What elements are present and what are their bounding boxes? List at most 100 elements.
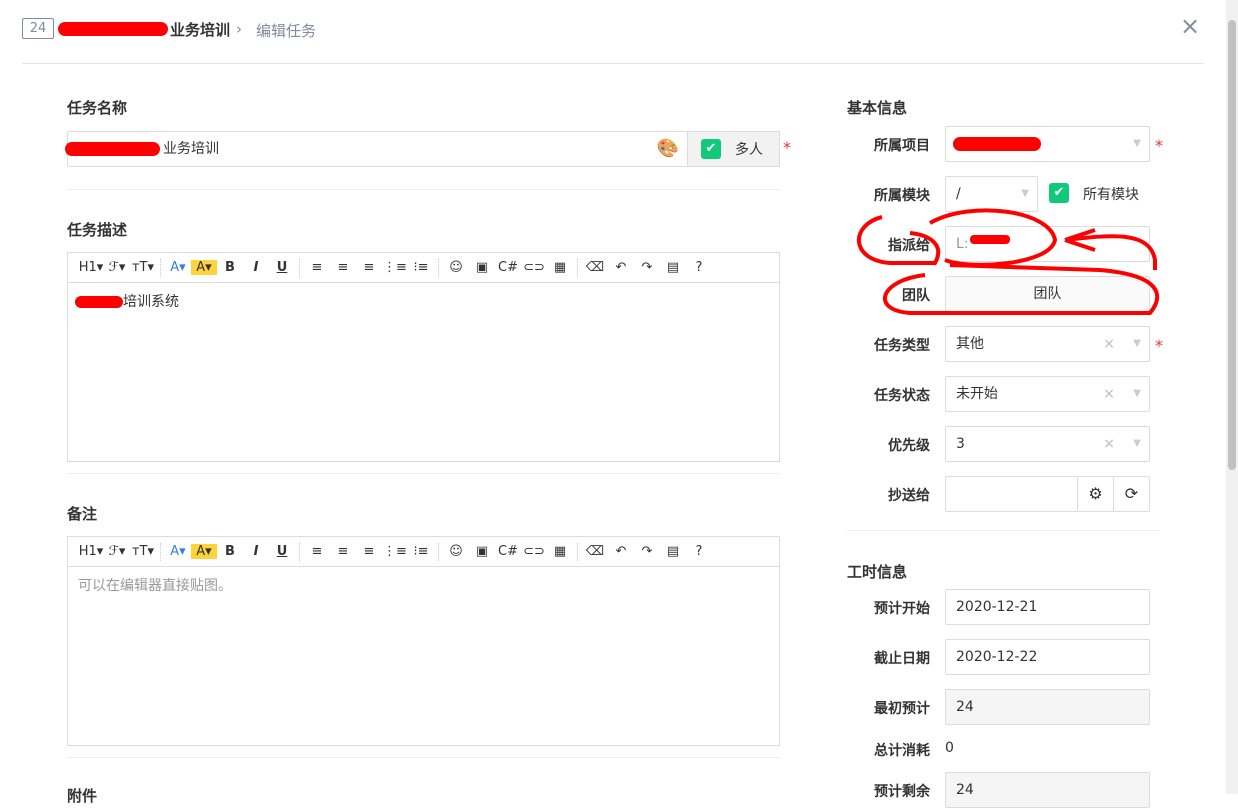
toolbar-button-14[interactable]: ⁝≡: [408, 260, 434, 275]
toolbar-button-0[interactable]: H1▾: [78, 260, 104, 275]
toolbar-button-12[interactable]: ≡: [356, 544, 382, 559]
divider: [847, 530, 1160, 531]
refresh-icon[interactable]: ⟳: [1113, 476, 1150, 512]
priority-value: 3: [956, 436, 965, 452]
toolbar-button-25[interactable]: ▤: [660, 544, 686, 559]
toolbar-button-10[interactable]: ≡: [304, 544, 330, 559]
toolbar-button-4[interactable]: A▾: [165, 260, 191, 275]
toolbar-button-11[interactable]: ≡: [330, 260, 356, 275]
module-label: 所属模块: [874, 188, 930, 204]
divider: [67, 473, 780, 474]
toolbar-button-26[interactable]: ?: [686, 260, 712, 275]
consumed-value: 0: [945, 740, 954, 756]
toolbar-button-5[interactable]: A▾: [191, 544, 217, 559]
multi-person-toggle[interactable]: ✔ 多人: [687, 131, 780, 167]
toolbar-button-14[interactable]: ⁝≡: [408, 544, 434, 559]
left-label: 预计剩余: [874, 784, 930, 800]
notes-placeholder[interactable]: 可以在编辑器直接贴图。: [68, 567, 779, 603]
start-date-input[interactable]: 2020-12-21: [945, 589, 1150, 625]
priority-select[interactable]: 3 × ▼: [945, 426, 1150, 462]
all-modules-label: 所有模块: [1083, 187, 1139, 203]
toolbar-button-4[interactable]: A▾: [165, 544, 191, 559]
caret-down-icon: ▼: [1133, 138, 1141, 149]
toolbar-button-19[interactable]: ⊂⊃: [521, 260, 547, 275]
toolbar-button-5[interactable]: A▾: [191, 260, 217, 275]
toolbar-button-18[interactable]: C#: [495, 544, 521, 559]
palette-icon[interactable]: 🎨: [657, 132, 679, 166]
toolbar-button-23[interactable]: ↶: [608, 544, 634, 559]
toolbar-button-2[interactable]: тT▾: [130, 544, 156, 559]
toolbar-button-23[interactable]: ↶: [608, 260, 634, 275]
toolbar-button-22[interactable]: ⌫: [582, 544, 608, 559]
toolbar-button-0[interactable]: H1▾: [78, 544, 104, 559]
redaction-mark: [953, 137, 1041, 151]
estimate-input: 24: [945, 689, 1150, 725]
clear-icon[interactable]: ×: [1103, 427, 1115, 461]
breadcrumb-current: 编辑任务: [256, 22, 317, 40]
toolbar-button-18[interactable]: C#: [495, 260, 521, 275]
editor-toolbar: H1▾ ℱ▾ тT▾ A▾ A▾ B I U ≡ ≡ ≡ ⋮≡ ⁝≡ ☺ ▣ C# ⊂⊃ ▦ ⌫ ↶ ↷ ▤?: [68, 537, 779, 567]
toolbar-button-22[interactable]: ⌫: [582, 260, 608, 275]
redaction-mark: [65, 142, 160, 156]
check-icon: ✔: [701, 139, 721, 159]
toolbar-button-2[interactable]: тT▾: [130, 260, 156, 275]
desc-content[interactable]: 培训系统: [68, 283, 779, 311]
modal-header: 24 业务培训 › 编辑任务: [22, 0, 1204, 64]
basic-info-title: 基本信息: [847, 99, 908, 117]
toolbar-separator: [438, 258, 439, 277]
toolbar-button-16[interactable]: ☺: [443, 260, 469, 275]
toolbar-button-8[interactable]: U: [269, 260, 295, 275]
toolbar-separator: [577, 258, 578, 277]
task-name-value: 业务培训: [163, 141, 219, 157]
toolbar-button-17[interactable]: ▣: [469, 544, 495, 559]
toolbar-button-7[interactable]: I: [243, 260, 269, 275]
toolbar-button-24[interactable]: ↷: [634, 260, 660, 275]
toolbar-button-13[interactable]: ⋮≡: [382, 544, 408, 559]
toolbar-button-11[interactable]: ≡: [330, 544, 356, 559]
divider: [67, 757, 780, 758]
task-id-badge: 24: [22, 18, 54, 39]
status-value: 未开始: [956, 386, 998, 402]
toolbar-button-24[interactable]: ↷: [634, 544, 660, 559]
cc-input[interactable]: [945, 476, 1078, 512]
task-desc-label: 任务描述: [67, 221, 128, 239]
toolbar-button-19[interactable]: ⊂⊃: [521, 544, 547, 559]
desc-editor[interactable]: H1▾ ℱ▾ тT▾ A▾ A▾ B I U ≡ ≡ ≡ ⋮≡ ⁝≡ ☺ ▣ C# ⊂⊃ ▦ ⌫ ↶ ↷ ▤? 培训系统: [67, 252, 780, 462]
toolbar-button-13[interactable]: ⋮≡: [382, 260, 408, 275]
toolbar-button-12[interactable]: ≡: [356, 260, 382, 275]
type-label: 任务类型: [874, 338, 930, 354]
module-value: /: [956, 186, 961, 202]
toolbar-button-17[interactable]: ▣: [469, 260, 495, 275]
breadcrumb-sep: ›: [236, 20, 242, 38]
task-name-label: 任务名称: [67, 99, 128, 117]
caret-down-icon: ▼: [1133, 388, 1141, 399]
deadline-input[interactable]: 2020-12-22: [945, 639, 1150, 675]
priority-label: 优先级: [888, 438, 930, 454]
toolbar-button-25[interactable]: ▤: [660, 260, 686, 275]
clear-icon[interactable]: ×: [1103, 327, 1115, 361]
toolbar-button-16[interactable]: ☺: [443, 544, 469, 559]
toolbar-button-8[interactable]: U: [269, 544, 295, 559]
clear-icon[interactable]: ×: [1103, 377, 1115, 411]
toolbar-button-6[interactable]: B: [217, 260, 243, 275]
all-modules-checkbox[interactable]: ✔: [1049, 183, 1069, 203]
attach-label: 附件: [67, 787, 98, 805]
toolbar-button-6[interactable]: B: [217, 544, 243, 559]
left-input: 24: [945, 772, 1150, 808]
toolbar-button-26[interactable]: ?: [686, 544, 712, 559]
gear-icon[interactable]: ⚙: [1077, 476, 1114, 512]
type-select[interactable]: 其他 × ▼: [945, 326, 1150, 362]
status-select[interactable]: 未开始 × ▼: [945, 376, 1150, 412]
notes-editor[interactable]: H1▾ ℱ▾ тT▾ A▾ A▾ B I U ≡ ≡ ≡ ⋮≡ ⁝≡ ☺ ▣ C# ⊂⊃ ▦ ⌫ ↶ ↷ ▤? 可以在编辑…: [67, 536, 780, 746]
close-icon[interactable]: ×: [1180, 12, 1200, 40]
toolbar-button-1[interactable]: ℱ▾: [104, 260, 130, 275]
toolbar-button-20[interactable]: ▦: [547, 260, 573, 275]
required-mark: *: [783, 138, 791, 157]
required-mark: *: [1155, 136, 1163, 155]
toolbar-button-1[interactable]: ℱ▾: [104, 544, 130, 559]
scrollbar-thumb[interactable]: [1228, 20, 1236, 470]
toolbar-button-10[interactable]: ≡: [304, 260, 330, 275]
toolbar-button-7[interactable]: I: [243, 544, 269, 559]
task-name-input[interactable]: 业务培训 🎨: [67, 131, 688, 167]
toolbar-button-20[interactable]: ▦: [547, 544, 573, 559]
